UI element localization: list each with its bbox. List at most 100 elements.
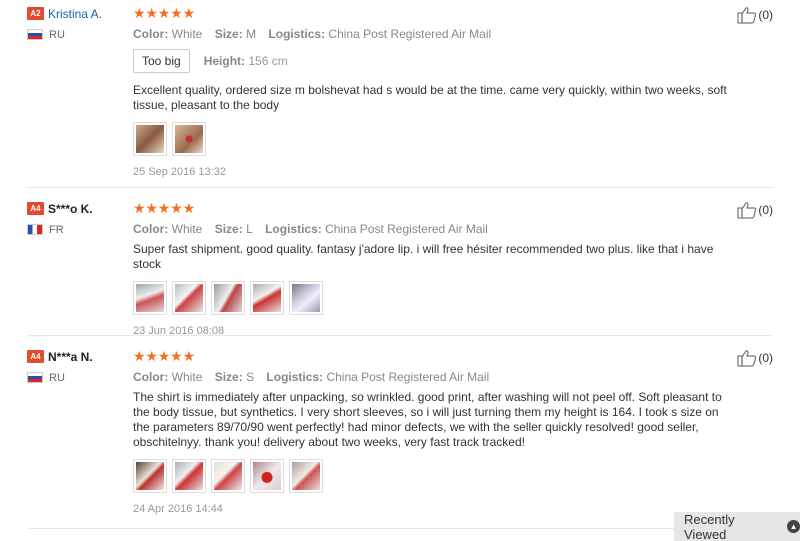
fit-info: Too big Height: 156 cm <box>133 49 733 73</box>
helpful-button[interactable]: (0) <box>737 201 773 219</box>
helpful-button[interactable]: (0) <box>737 6 773 24</box>
review-text: The shirt is immediately after unpacking… <box>133 390 722 449</box>
review-content: ★ ★ ★ ★ ★ Color: White Size: M Logistics… <box>133 6 733 178</box>
logistics-label: Logistics: <box>265 222 322 236</box>
helpful-count: (0) <box>758 203 773 217</box>
height-value: 156 cm <box>248 54 288 68</box>
star-icon: ★ <box>145 200 158 216</box>
review-photo-thumbnail[interactable] <box>211 281 245 315</box>
size-value: S <box>246 370 255 384</box>
reviewer-info: A4 S***o K. FR <box>27 201 127 236</box>
level-badge: A4 <box>27 202 44 216</box>
review-date: 25 Sep 2016 13:32 <box>133 166 226 178</box>
helpful-count: (0) <box>758 351 773 365</box>
thumbs-up-icon <box>737 7 757 24</box>
country-code: RU <box>49 371 65 384</box>
size-value: M <box>246 27 257 41</box>
color-value: White <box>171 222 203 236</box>
review-photo-thumbnail[interactable] <box>172 281 206 315</box>
review-photos <box>133 281 733 315</box>
review-photos <box>133 459 733 493</box>
level-badge: A2 <box>27 7 44 21</box>
reviewer-name: N***a N. <box>48 349 93 364</box>
logistics-value: China Post Registered Air Mail <box>325 222 488 236</box>
height-info: Height: 156 cm <box>204 54 288 68</box>
star-icon: ★ <box>182 348 196 364</box>
star-rating: ★ ★ ★ ★ ★ <box>133 349 733 364</box>
thumbs-up-icon <box>737 202 757 219</box>
order-info: Color: White Size: S Logistics: China Po… <box>133 370 733 384</box>
recently-viewed-label: Recently Viewed <box>684 511 735 541</box>
review-item: A4 N***a N. RU ★ ★ ★ ★ ★ Color: White Siz… <box>27 336 773 529</box>
height-label: Height: <box>203 54 246 68</box>
size-label: Size: <box>214 27 243 41</box>
fit-tag: Too big <box>133 49 190 73</box>
review-photo-thumbnail[interactable] <box>133 122 167 156</box>
review-content: ★ ★ ★ ★ ★ Color: White Size: L Logistics… <box>133 201 733 337</box>
star-icon: ★ <box>157 5 171 21</box>
helpful-button[interactable]: (0) <box>737 349 773 367</box>
size-label: Size: <box>214 370 243 384</box>
order-info: Color: White Size: M Logistics: China Po… <box>133 27 733 41</box>
russia-flag-icon <box>27 29 43 41</box>
review-photo-thumbnail[interactable] <box>133 459 167 493</box>
color-value: White <box>171 27 203 41</box>
reviewer-country: RU <box>27 29 127 41</box>
reviewer-country: FR <box>27 224 127 236</box>
logistics-label: Logistics: <box>268 27 326 41</box>
review-photo-thumbnail[interactable] <box>211 459 245 493</box>
order-info: Color: White Size: L Logistics: China Po… <box>133 222 733 236</box>
star-icon: ★ <box>170 5 183 21</box>
reviewer-info: A4 N***a N. RU <box>27 349 127 384</box>
review-text: Excellent quality, ordered size m bolshe… <box>133 83 727 112</box>
review-photos <box>133 122 733 156</box>
russia-flag-icon <box>27 372 43 384</box>
review-item: A2 Kristina A. RU ★ ★ ★ ★ ★ Color: White … <box>27 0 773 188</box>
star-icon: ★ <box>157 200 171 216</box>
star-icon: ★ <box>133 348 146 364</box>
review-text: Super fast shipment. good quality. fanta… <box>133 242 714 271</box>
size-value: L <box>246 222 253 236</box>
star-rating: ★ ★ ★ ★ ★ <box>133 201 733 216</box>
review-content: ★ ★ ★ ★ ★ Color: White Size: S Logistics… <box>133 349 733 515</box>
review-date: 24 Apr 2016 14:44 <box>133 503 223 515</box>
review-item: A4 S***o K. FR ★ ★ ★ ★ ★ Color: White Siz… <box>27 188 773 337</box>
star-icon: ★ <box>170 200 183 216</box>
logistics-value: China Post Registered Air Mail <box>328 27 492 41</box>
size-label: Size: <box>214 222 243 236</box>
review-photo-thumbnail[interactable] <box>250 459 284 493</box>
star-icon: ★ <box>133 5 146 21</box>
review-photo-thumbnail[interactable] <box>172 122 206 156</box>
reviewer-info: A2 Kristina A. RU <box>27 6 127 41</box>
star-icon: ★ <box>157 348 171 364</box>
review-photo-thumbnail[interactable] <box>133 281 167 315</box>
color-label: Color: <box>133 370 169 384</box>
star-icon: ★ <box>145 5 158 21</box>
logistics-label: Logistics: <box>266 370 324 384</box>
star-icon: ★ <box>133 200 146 216</box>
review-photo-thumbnail[interactable] <box>289 281 323 315</box>
color-label: Color: <box>133 27 169 41</box>
level-badge: A4 <box>27 350 44 364</box>
review-photo-thumbnail[interactable] <box>289 459 323 493</box>
reviewer-name: S***o K. <box>48 201 93 216</box>
reviewer-country: RU <box>27 372 127 384</box>
star-rating: ★ ★ ★ ★ ★ <box>133 6 733 21</box>
review-photo-thumbnail[interactable] <box>172 459 206 493</box>
star-icon: ★ <box>182 5 196 21</box>
recently-viewed-button[interactable]: Recently Viewed ▲ <box>674 512 800 541</box>
france-flag-icon <box>27 224 43 236</box>
helpful-count: (0) <box>758 8 773 22</box>
country-code: FR <box>49 223 64 236</box>
logistics-value: China Post Registered Air Mail <box>326 370 490 384</box>
star-icon: ★ <box>170 348 183 364</box>
country-code: RU <box>49 28 65 41</box>
thumbs-up-icon <box>737 350 757 367</box>
chevron-up-icon: ▲ <box>787 520 800 533</box>
star-icon: ★ <box>182 200 196 216</box>
reviewer-name[interactable]: Kristina A. <box>48 7 102 21</box>
color-value: White <box>171 370 203 384</box>
color-label: Color: <box>133 222 169 236</box>
star-icon: ★ <box>145 348 158 364</box>
review-photo-thumbnail[interactable] <box>250 281 284 315</box>
